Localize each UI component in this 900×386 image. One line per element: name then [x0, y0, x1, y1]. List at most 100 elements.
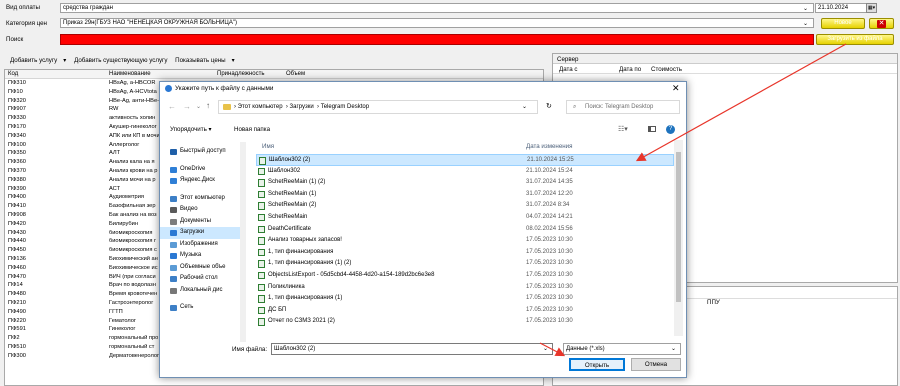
cell-code: ПФ14: [8, 282, 23, 289]
nav-item[interactable]: Документы: [160, 216, 240, 228]
column-header-date-from[interactable]: Дата с: [559, 66, 578, 73]
file-row[interactable]: SchetReeMain (1) 31.07.2024 12:20: [256, 189, 674, 201]
cell-code: ПФ490: [8, 308, 26, 315]
server-panel-title: Сервер: [553, 54, 897, 64]
view-options-icon[interactable]: ☷▾: [618, 125, 628, 133]
new-button[interactable]: Новое: [821, 18, 865, 29]
file-row[interactable]: SchetReeMain (2) 31.07.2024 8:34: [256, 200, 674, 212]
column-header-cost[interactable]: Стоимость: [651, 66, 682, 73]
cell-code: ПФ907: [8, 106, 26, 113]
search-label: Поиск: [6, 36, 24, 43]
navigation-bar: ← → ⌄ ↑ › Этот компьютер › Загрузки › Te…: [160, 99, 686, 115]
breadcrumb-downloads[interactable]: Загрузки: [290, 104, 314, 110]
help-icon[interactable]: ?: [666, 125, 675, 134]
excel-file-icon: [258, 318, 265, 326]
column-header-affiliation[interactable]: Принадлежность: [217, 71, 264, 77]
address-dropdown-icon[interactable]: ⌄: [522, 103, 527, 110]
organize-button[interactable]: Упорядочить ▾: [170, 126, 212, 133]
nav-item[interactable]: Этот компьютер: [160, 193, 240, 205]
column-header-date[interactable]: Дата изменения: [526, 143, 573, 150]
search-icon: ⌕: [573, 104, 577, 110]
nav-item[interactable]: Музыка: [160, 250, 240, 262]
back-arrow-icon[interactable]: ←: [168, 102, 176, 111]
file-row[interactable]: Шаблон302 (2) 21.10.2024 15:25: [256, 154, 674, 166]
file-row[interactable]: ObjectsListExport - 05d5cbd4-4458-4d20-a…: [256, 270, 674, 282]
payment-type-label: Вид оплаты: [6, 4, 40, 11]
search-box[interactable]: ⌕ Поиск: Telegram Desktop: [566, 100, 680, 114]
file-row[interactable]: 1, тип финансирования (1) (2) 17.05.2023 …: [256, 258, 674, 270]
add-existing-service-button[interactable]: Добавить существующую услугу: [74, 57, 167, 64]
file-row[interactable]: DeathCertificate 08.02.2024 15:56: [256, 224, 674, 236]
search-placeholder: Поиск: Telegram Desktop: [585, 104, 654, 110]
cell-code: ПФ170: [8, 123, 26, 130]
preview-pane-icon[interactable]: [648, 126, 656, 132]
file-row[interactable]: 1, тип финансирования 17.05.2023 10:30: [256, 247, 674, 259]
file-date: 17.05.2023 10:30: [526, 306, 573, 313]
chevron-down-icon[interactable]: ▾: [63, 57, 66, 64]
file-list-body: Шаблон302 (2) 21.10.2024 15:25 Шаблон302 21…: [256, 154, 674, 328]
forward-arrow-icon[interactable]: →: [183, 102, 191, 111]
file-row[interactable]: Анализ товарных запасов! 17.05.2023 10:30: [256, 235, 674, 247]
file-row[interactable]: 1, тип финансирования (1) 17.05.2023 10:3…: [256, 293, 674, 305]
filename-dropdown-icon[interactable]: ⌄: [543, 345, 548, 352]
load-from-file-button[interactable]: Загрузить из файла: [816, 34, 894, 45]
up-arrow-icon[interactable]: ↑: [206, 101, 210, 110]
column-header-name[interactable]: Имя: [262, 143, 274, 150]
nav-item[interactable]: Быстрый доступ: [160, 146, 240, 158]
breadcrumb-telegram[interactable]: Telegram Desktop: [321, 104, 369, 110]
file-row[interactable]: ДС БП 17.05.2023 10:30: [256, 305, 674, 317]
file-list-scrollbar[interactable]: [674, 140, 683, 336]
chevron-down-icon[interactable]: ▾: [232, 57, 235, 64]
new-folder-button[interactable]: Новая папка: [234, 126, 270, 133]
file-date: 08.02.2024 15:56: [526, 225, 573, 232]
file-type-select[interactable]: Данные (*.xls): [563, 343, 681, 355]
filename-input[interactable]: Шаблон302 (2): [271, 343, 553, 355]
nav-item[interactable]: Яндекс.Диск: [160, 175, 240, 187]
recent-chevron-icon[interactable]: ⌄: [196, 103, 201, 110]
file-row[interactable]: Поликлиника 17.05.2023 10:30: [256, 282, 674, 294]
file-type-dropdown-icon[interactable]: ⌄: [671, 345, 676, 352]
price-category-dropdown-icon[interactable]: ⌄: [803, 20, 808, 27]
nav-item[interactable]: Изображения: [160, 239, 240, 251]
nav-item-label: Яндекс.Диск: [180, 177, 215, 183]
file-row[interactable]: SchetReeMain (1) (2) 31.07.2024 14:35: [256, 177, 674, 189]
address-bar[interactable]: › Этот компьютер › Загрузки › Telegram D…: [218, 100, 538, 114]
column-header-code[interactable]: Код: [8, 71, 18, 77]
nav-item[interactable]: Локальный дис: [160, 285, 240, 297]
show-prices-button[interactable]: Показывать цены: [175, 57, 225, 64]
calendar-icon[interactable]: ▦▾: [866, 3, 877, 13]
nav-item[interactable]: Объемные объе: [160, 262, 240, 274]
file-row[interactable]: SchetReeMain 04.07.2024 14:21: [256, 212, 674, 224]
video-icon: [170, 207, 177, 213]
payment-type-dropdown-icon[interactable]: ⌄: [803, 5, 808, 12]
nav-item[interactable]: Рабочий стол: [160, 273, 240, 285]
column-header-date-to[interactable]: Дата по: [619, 66, 641, 73]
add-service-button[interactable]: Добавить услугу: [10, 57, 57, 64]
nav-pane-scrollbar[interactable]: [240, 142, 246, 342]
file-row[interactable]: Отчет по СЗМЗ 2021 (2) 17.05.2023 10:30: [256, 316, 674, 328]
search-input[interactable]: [60, 34, 814, 45]
price-category-field[interactable]: Приказ 29н(ГБУЗ НАО "НЕНЕЦКАЯ ОКРУЖНАЯ Б…: [60, 18, 814, 28]
breadcrumb-computer[interactable]: Этот компьютер: [238, 104, 283, 110]
nav-item[interactable]: Загрузки: [160, 227, 240, 239]
cell-code: ПФ420: [8, 220, 26, 227]
column-header-name[interactable]: Наименование: [109, 71, 151, 77]
column-header-ppu[interactable]: ППУ: [707, 299, 720, 306]
cancel-button[interactable]: Отмена: [631, 358, 681, 371]
close-icon[interactable]: ✕: [672, 83, 680, 94]
open-button[interactable]: Открыть: [569, 358, 625, 371]
scrollbar-thumb[interactable]: [676, 152, 681, 302]
nav-item[interactable]: Видео: [160, 204, 240, 216]
file-date: 17.05.2023 10:30: [526, 237, 573, 244]
column-header-volume[interactable]: Объем: [286, 71, 305, 77]
refresh-icon[interactable]: ↻: [546, 102, 552, 110]
nav-item[interactable]: OneDrive: [160, 164, 240, 176]
images-icon: [170, 241, 177, 248]
cell-code: ПФ300: [8, 352, 26, 359]
file-row[interactable]: Шаблон302 21.10.2024 15:24: [256, 166, 674, 178]
delete-button[interactable]: ✕: [869, 18, 894, 29]
payment-type-field[interactable]: средства граждан: [60, 3, 814, 13]
nav-item[interactable]: Сеть: [160, 302, 240, 314]
nav-item-label: OneDrive: [180, 165, 206, 172]
file-date: 31.07.2024 14:35: [526, 179, 573, 186]
